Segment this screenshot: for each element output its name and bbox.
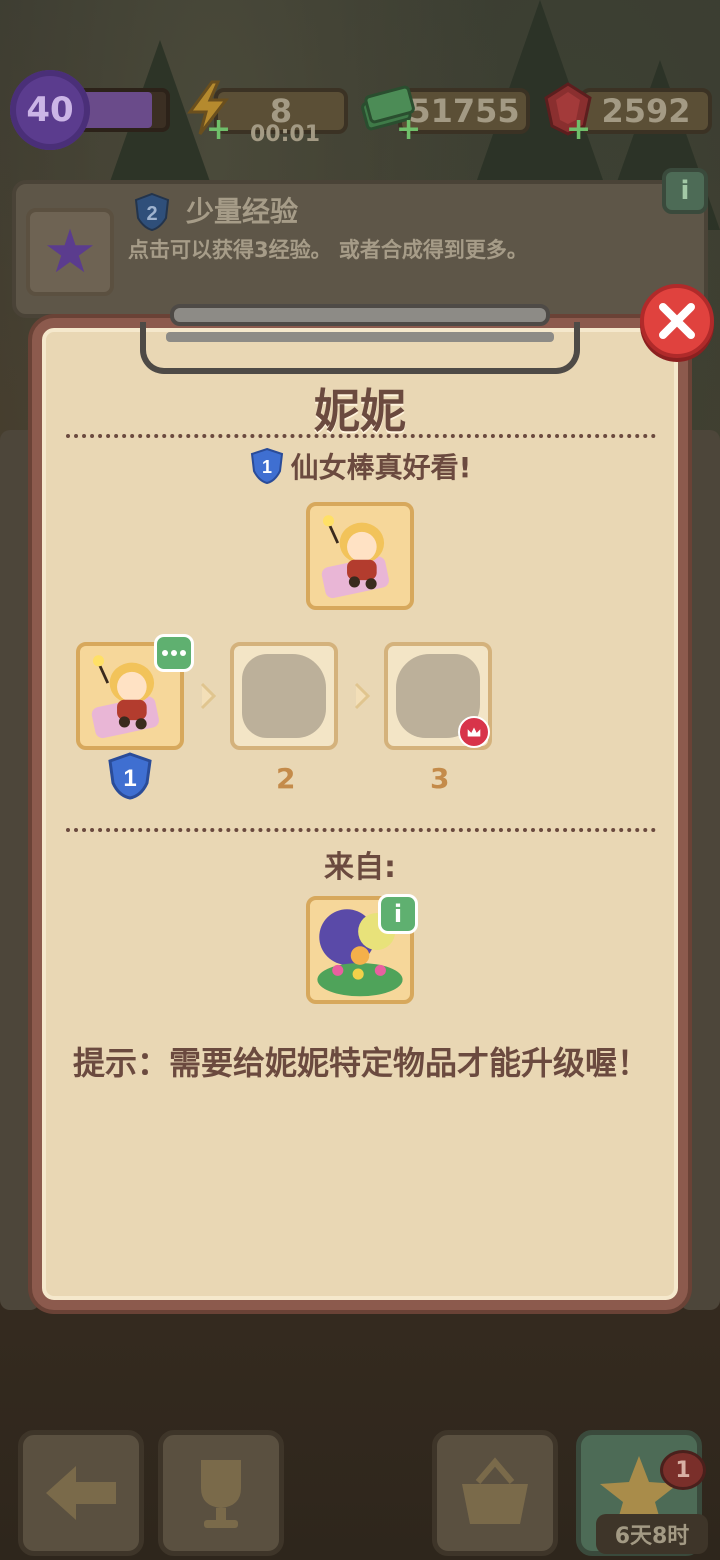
clipboard-clip <box>140 304 580 374</box>
top-bar: 40 8 + 00:01 51755 + 2592 + <box>0 70 720 160</box>
back-button[interactable] <box>18 1430 144 1556</box>
dialog-title: 妮妮 <box>314 384 406 438</box>
level-value: 40 <box>26 90 74 130</box>
evolution-level-3: 3 <box>430 762 450 795</box>
item-info-strip: ★ 2 少量经验 点击可以获得3经验。 或者合成得到更多。 i <box>12 168 708 318</box>
purple-star-icon: ★ <box>43 217 97 287</box>
cash-value: 51755 <box>408 92 520 130</box>
energy-plus-icon[interactable]: + <box>206 115 231 145</box>
info-button[interactable]: i <box>662 168 708 214</box>
fairy-girl-icon <box>321 515 389 599</box>
cash-plus-icon[interactable]: + <box>396 115 421 145</box>
evolution-item-2[interactable] <box>230 642 338 750</box>
item-info-description: 点击可以获得3经验。 或者合成得到更多。 <box>128 238 528 262</box>
level-shield-icon: 1 <box>108 752 152 800</box>
source-label: 来自: <box>324 850 396 885</box>
notification-badge: 1 <box>660 1450 706 1490</box>
trophy-button[interactable] <box>158 1430 284 1556</box>
basket-icon <box>462 1457 528 1524</box>
item-subtitle: 1 仙女棒真好看! <box>0 446 720 486</box>
gem-value: 2592 <box>601 92 691 130</box>
gem-plus-icon[interactable]: + <box>566 115 591 145</box>
item-subtitle-text: 仙女棒真好看! <box>290 451 472 484</box>
hint-text: 提示：需要给妮妮特定物品才能升级喔！ <box>72 1044 649 1082</box>
evolution-level-2: 2 <box>276 762 296 795</box>
close-icon <box>659 303 695 339</box>
svg-text:1: 1 <box>262 457 272 477</box>
energy-timer: 00:01 <box>250 122 321 147</box>
shop-basket-button[interactable] <box>432 1430 558 1556</box>
svg-text:1: 1 <box>123 765 136 792</box>
chevron-right-icon <box>354 682 371 710</box>
back-arrow-icon <box>46 1466 116 1520</box>
svg-text:2: 2 <box>146 203 157 225</box>
xp-item-box[interactable]: ★ <box>26 208 114 296</box>
level-badge[interactable]: 40 <box>10 70 90 150</box>
source-info-button[interactable]: i <box>378 894 418 934</box>
trophy-icon <box>201 1460 241 1528</box>
divider <box>66 434 656 438</box>
crown-icon <box>458 716 490 748</box>
divider <box>66 828 656 832</box>
current-item[interactable] <box>306 502 414 610</box>
close-button[interactable] <box>640 284 714 358</box>
more-options-icon[interactable] <box>154 634 194 672</box>
item-info-title: 少量经验 <box>186 195 299 228</box>
level-shield-icon: 1 <box>250 447 283 485</box>
gem-counter[interactable]: 2592 <box>580 88 712 134</box>
event-timer: 6天8时 <box>596 1514 708 1554</box>
level-shield-icon: 2 <box>134 192 170 232</box>
chevron-right-icon <box>200 682 217 710</box>
